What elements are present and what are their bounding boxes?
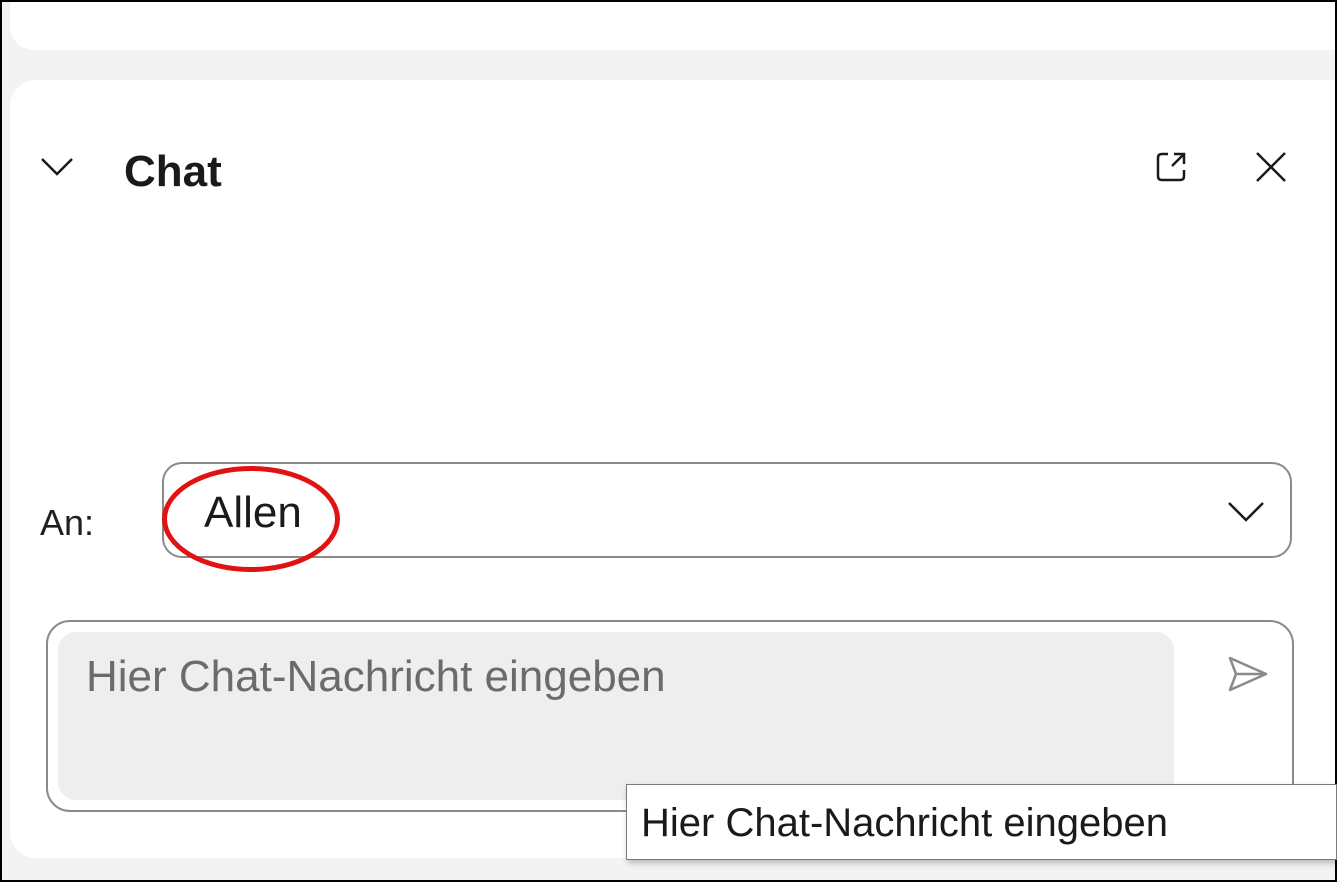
panel-title: Chat: [124, 147, 222, 196]
chevron-down-icon: [41, 158, 73, 176]
message-input[interactable]: [58, 632, 1174, 800]
send-button[interactable]: [1220, 646, 1276, 702]
tooltip: Hier Chat-Nachricht eingeben: [626, 784, 1337, 860]
popout-icon: [1156, 152, 1186, 182]
top-strip: [10, 2, 1335, 50]
chevron-down-icon: [1228, 502, 1264, 522]
collapse-chevron-icon[interactable]: [40, 150, 74, 184]
close-button[interactable]: [1248, 144, 1294, 190]
recipient-selected-value: Allen: [204, 488, 302, 537]
close-icon: [1256, 152, 1286, 182]
recipient-dropdown[interactable]: Allen: [162, 462, 1292, 558]
send-icon: [1228, 656, 1268, 692]
tooltip-text: Hier Chat-Nachricht eingeben: [641, 801, 1168, 845]
recipient-label: An:: [40, 502, 95, 543]
popout-button[interactable]: [1148, 144, 1194, 190]
dropdown-chevron: [1224, 490, 1268, 534]
